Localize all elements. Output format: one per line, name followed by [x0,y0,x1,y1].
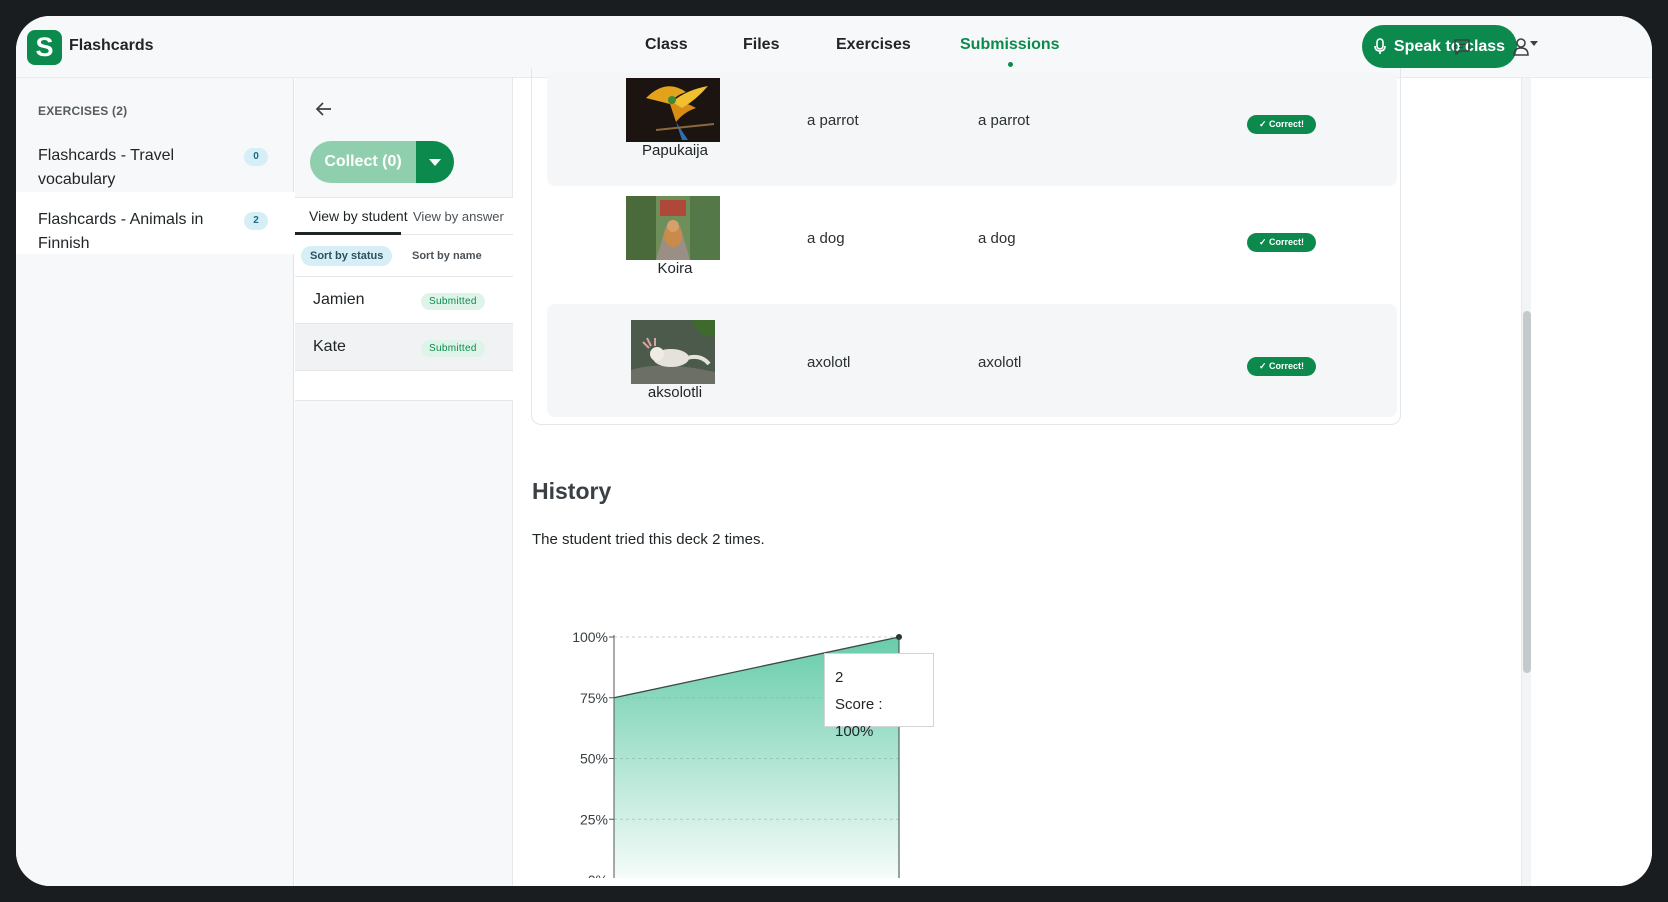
vertical-scrollbar[interactable] [1521,78,1531,886]
tooltip-label: 2 [835,669,844,686]
exercises-sidebar: EXERCISES (2) Flashcards - Travel vocabu… [16,78,294,886]
given-answer: axolotl [978,354,1022,371]
correct-badge: ✓ Correct! [1247,357,1316,376]
expected-answer: a dog [807,230,845,247]
scrollbar-thumb[interactable] [1523,311,1531,673]
active-indicator [1007,62,1013,67]
student-row-kate[interactable]: Kate Submitted [295,324,513,371]
status-badge: Submitted [421,340,485,357]
back-arrow-icon[interactable] [313,98,335,120]
sidebar-item-label: Flashcards - Travel vocabulary [38,147,175,188]
microphone-icon [1374,38,1386,54]
correct-label: Correct! [1269,237,1305,247]
exercises-heading: EXERCISES (2) [38,104,128,118]
expected-answer: axolotl [807,354,851,371]
word-caption: aksolotli [647,384,703,401]
nav-files[interactable]: Files [743,36,779,54]
student-panel: Collect (0) View by student View by answ… [295,78,513,886]
y-tick-label: 100% [572,629,608,645]
logo-icon[interactable]: S [27,30,62,65]
correct-label: Correct! [1269,119,1305,129]
student-name: Jamien [313,291,365,308]
student-row-jamien[interactable]: Jamien Submitted [295,277,513,324]
word-caption: Koira [657,260,693,277]
user-menu-icon[interactable] [1512,36,1540,58]
chat-icon[interactable] [1451,36,1473,58]
speak-to-class-label: Speak to class [1393,37,1506,55]
student-list-spacer [295,371,513,401]
exercise-count-badge: 0 [244,148,268,166]
parrot-image [626,78,720,142]
status-badge: Submitted [421,293,485,310]
collect-button[interactable]: Collect (0) [310,141,416,183]
view-tabs: View by student View by answer [295,197,513,235]
sidebar-item-label: Flashcards - Animals in Finnish [38,211,204,252]
y-tick-label: 25% [580,811,608,827]
student-name: Kate [313,338,346,355]
axolotl-image [631,320,715,384]
nav-submissions[interactable]: Submissions [960,36,1060,67]
history-title: History [532,478,612,504]
tab-view-by-student[interactable]: View by student [309,208,408,224]
nav-class[interactable]: Class [645,36,688,54]
nav-submissions-label: Submissions [960,36,1060,53]
correct-badge: ✓ Correct! [1247,115,1316,134]
sidebar-item-animals-in-finnish[interactable]: Flashcards - Animals in Finnish 2 [16,192,294,254]
exercise-count-badge: 2 [244,212,268,230]
history-summary: The student tried this deck 2 times. [532,531,765,548]
sort-options: Sort by status Sort by name [295,235,513,277]
sort-by-name-button[interactable]: Sort by name [412,250,482,262]
app-window: S Flashcards Class Files Exercises Submi… [16,16,1652,886]
given-answer: a dog [978,230,1016,247]
answer-row: Papukaija a parrot a parrot ✓ Correct! [547,73,1397,186]
answer-row: aksolotli axolotl axolotl ✓ Correct! [547,304,1397,417]
tooltip-score: Score : 100% [835,696,883,740]
submission-detail: Papukaija a parrot a parrot ✓ Correct! K… [514,68,1652,886]
given-answer: a parrot [978,112,1030,129]
collect-dropdown-button[interactable] [416,141,454,183]
expected-answer: a parrot [807,112,859,129]
correct-badge: ✓ Correct! [1247,233,1316,252]
sort-by-status-button[interactable]: Sort by status [301,246,393,266]
word-caption: Papukaija [642,142,708,159]
dog-image [626,196,720,260]
chart-tooltip: 2 Score : 100% [824,653,934,740]
tab-view-by-answer[interactable]: View by answer [413,209,504,224]
correct-label: Correct! [1269,361,1305,371]
y-tick-label: 0% [588,872,608,878]
brand-name: Flashcards [69,37,154,54]
speak-to-class-button[interactable]: Speak to class [1362,25,1517,68]
sidebar-item-travel-vocabulary[interactable]: Flashcards - Travel vocabulary 0 [16,128,294,194]
y-tick-label: 75% [580,690,608,706]
y-tick-label: 50% [580,751,608,767]
answer-row: Koira a dog a dog ✓ Correct! [547,191,1397,304]
nav-exercises[interactable]: Exercises [836,36,911,54]
